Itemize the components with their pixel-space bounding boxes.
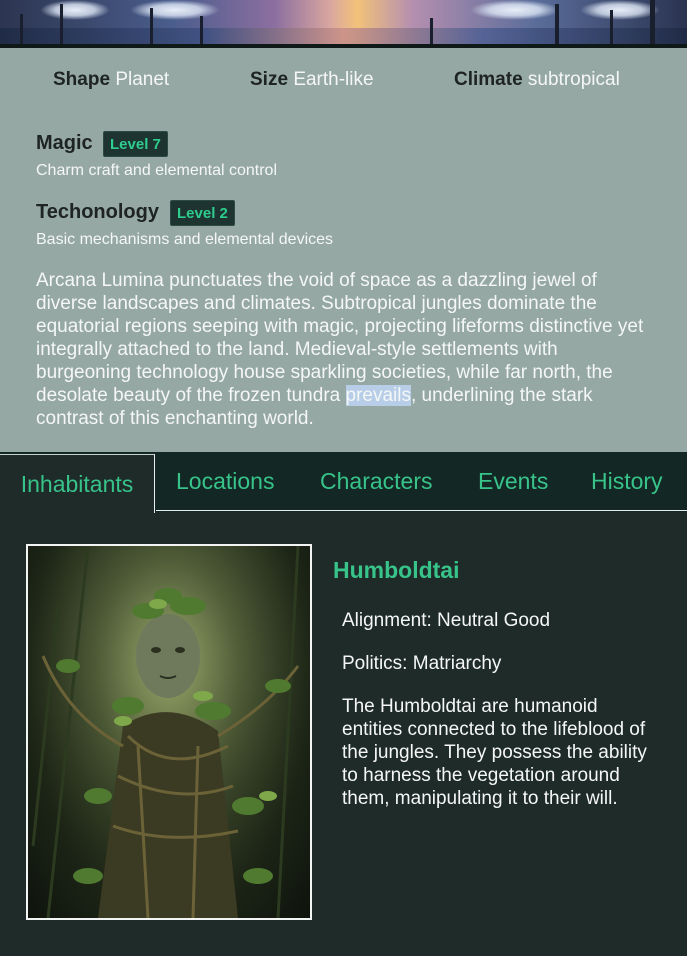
inhabitant-description: The Humboldtai are humanoid entities con… xyxy=(342,696,647,809)
stat-size: Size Earth-like xyxy=(250,69,374,91)
tab-bar: Inhabitants Locations Characters Events … xyxy=(0,452,687,513)
stat-climate-value: subtropical xyxy=(527,69,620,90)
stat-size-value: Earth-like xyxy=(293,69,374,90)
stat-shape-value: Planet xyxy=(115,69,170,90)
world-info-panel: Shape Planet Size Earth-like Climate sub… xyxy=(0,48,687,452)
tab-events[interactable]: Events xyxy=(478,452,548,510)
tab-bar-underline xyxy=(156,510,687,511)
selected-text-highlight: prevails xyxy=(345,385,411,406)
magic-title: Magic xyxy=(36,132,93,154)
inhabitant-portrait-image xyxy=(26,544,312,920)
stat-shape: Shape Planet xyxy=(53,69,169,91)
world-description: Arcana Lumina punctuates the void of spa… xyxy=(36,269,656,430)
technology-title: Techonology xyxy=(36,201,159,223)
stat-size-label: Size xyxy=(250,69,289,90)
stat-climate-label: Climate xyxy=(454,69,523,90)
world-stats: Shape Planet Size Earth-like Climate sub… xyxy=(0,69,687,93)
tab-characters[interactable]: Characters xyxy=(320,452,432,510)
inhabitant-name: Humboldtai xyxy=(333,557,460,583)
vine-humanoid-icon xyxy=(28,546,310,918)
technology-description: Basic mechanisms and elemental devices xyxy=(36,231,334,248)
inhabitant-politics: Politics: Matriarchy xyxy=(342,653,502,674)
technology-level-badge: Level 2 xyxy=(170,200,235,226)
stat-climate: Climate subtropical xyxy=(454,69,620,91)
world-banner-image xyxy=(0,0,687,44)
inhabitant-alignment: Alignment: Neutral Good xyxy=(342,610,551,631)
magic-level-badge: Level 7 xyxy=(103,131,168,157)
tab-locations[interactable]: Locations xyxy=(176,452,274,510)
tab-history[interactable]: History xyxy=(591,452,663,510)
tab-inhabitants[interactable]: Inhabitants xyxy=(0,454,155,513)
stat-shape-label: Shape xyxy=(53,69,111,90)
magic-description: Charm craft and elemental control xyxy=(36,162,277,179)
